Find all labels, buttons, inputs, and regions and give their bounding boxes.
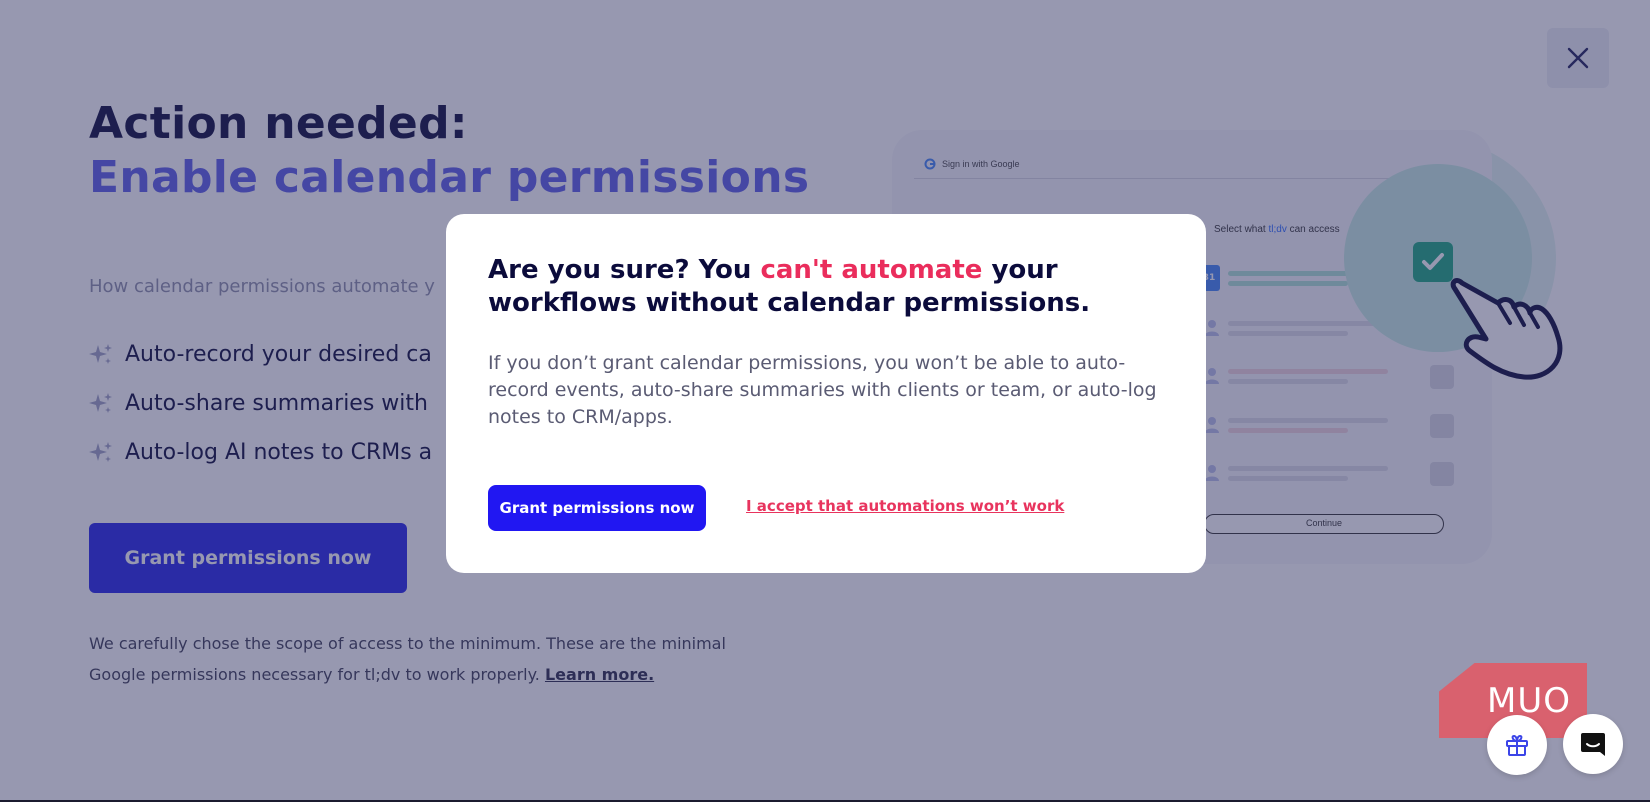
dialog-body: If you don’t grant calendar permissions,…	[488, 352, 1157, 428]
watermark-text: MUO	[1487, 680, 1571, 721]
dialog-grant-button[interactable]: Grant permissions now	[488, 485, 706, 531]
accept-no-automation-link[interactable]: I accept that automations won’t work	[746, 497, 1064, 515]
heading-pre: Are you sure? You	[488, 255, 761, 285]
dialog-heading: Are you sure? You can't automate your wo…	[488, 254, 1168, 320]
chat-button[interactable]	[1563, 714, 1623, 774]
confirmation-dialog: Are you sure? You can't automate your wo…	[446, 214, 1206, 573]
gift-button[interactable]	[1487, 715, 1547, 775]
heading-warning: can't automate	[760, 255, 983, 285]
chat-icon	[1581, 733, 1605, 756]
gift-icon	[1506, 734, 1528, 756]
